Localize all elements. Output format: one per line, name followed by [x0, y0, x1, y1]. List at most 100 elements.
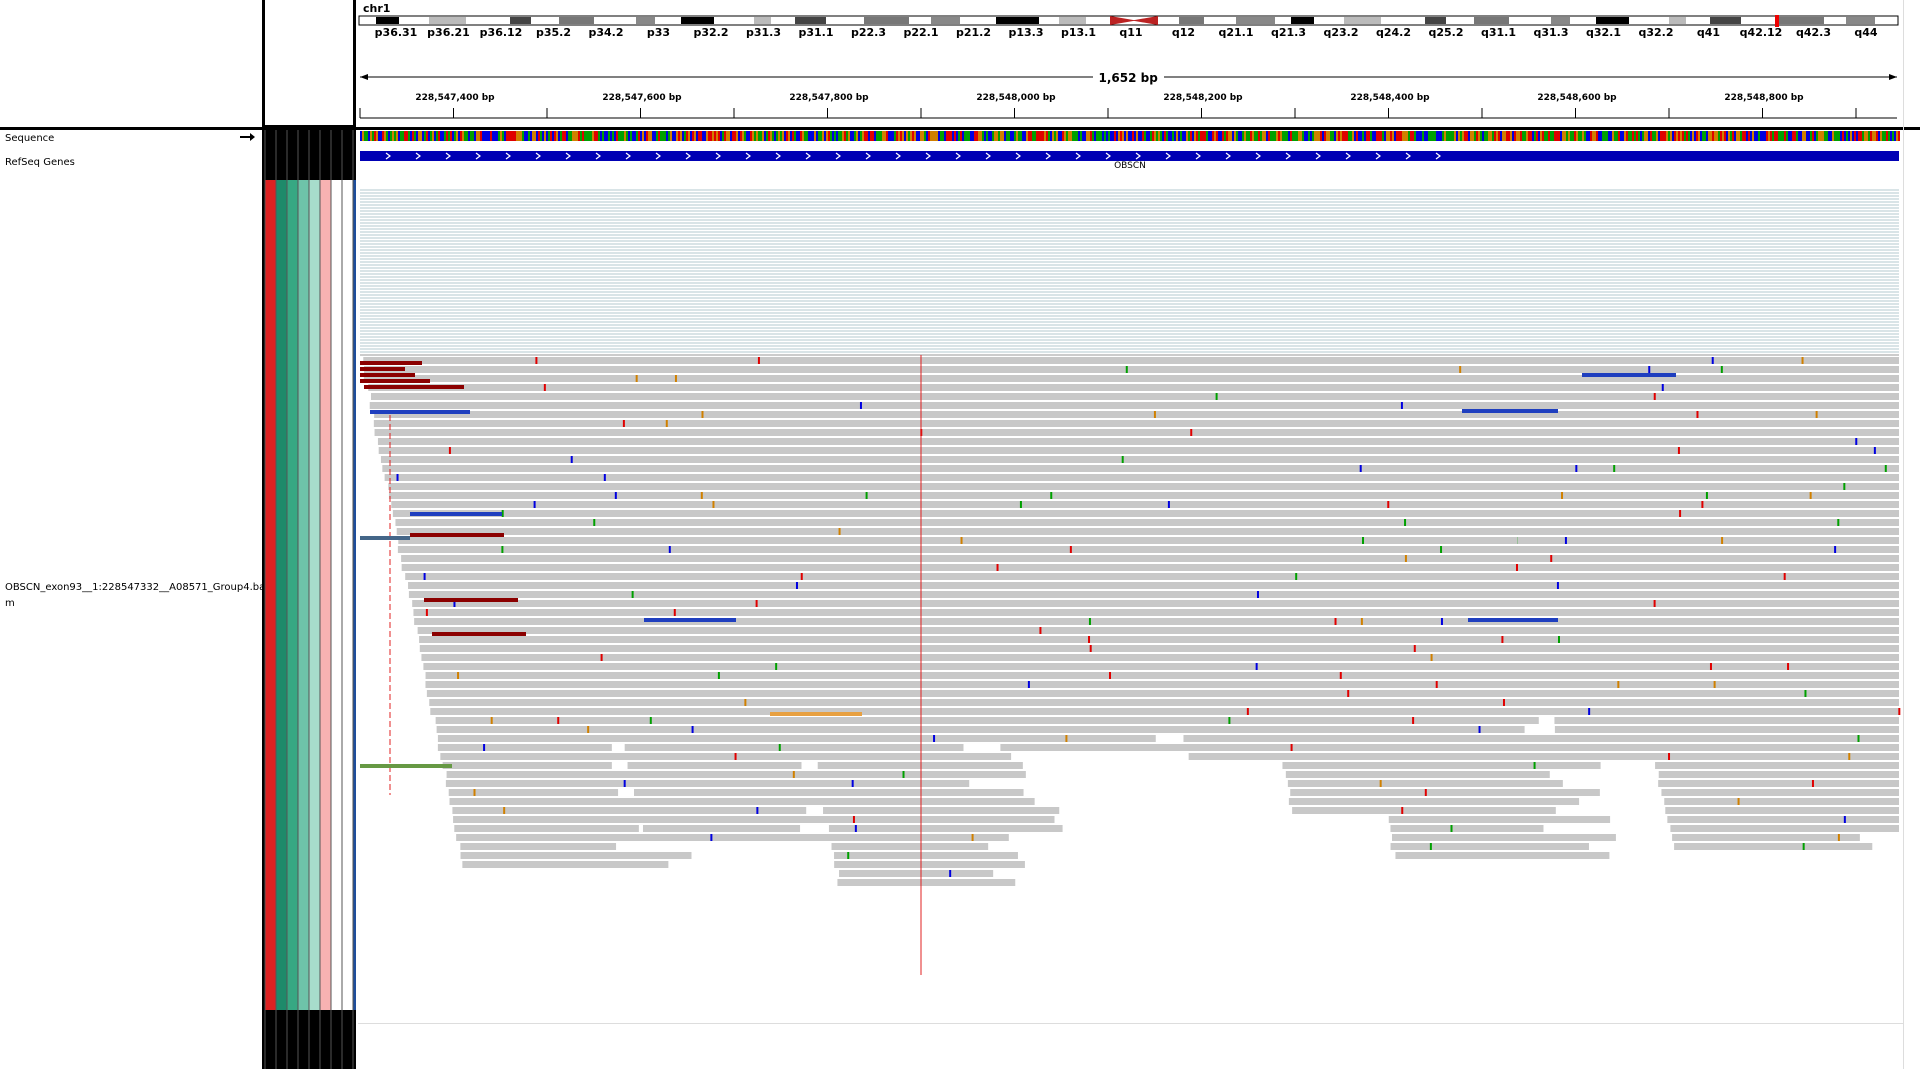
base: [620, 131, 622, 141]
base: [740, 131, 742, 141]
base: [1076, 131, 1078, 141]
base: [1512, 131, 1514, 141]
base: [730, 131, 732, 141]
base: [1246, 131, 1248, 141]
base: [564, 131, 566, 141]
attribute-cell: [320, 180, 331, 1010]
base: [452, 131, 454, 141]
read: [642, 825, 801, 832]
base: [964, 131, 966, 141]
base: [842, 131, 844, 141]
base: [804, 131, 806, 141]
chromosome-name: chr1: [363, 2, 391, 15]
base: [1758, 131, 1760, 141]
base: [644, 131, 646, 141]
base: [1362, 131, 1364, 141]
mismatch: [425, 609, 428, 616]
base: [1138, 131, 1140, 141]
base: [1506, 131, 1508, 141]
base: [560, 131, 562, 141]
base: [772, 131, 774, 141]
mismatch: [1404, 519, 1407, 526]
base: [1542, 131, 1544, 141]
attribute-panel[interactable]: [262, 130, 364, 1069]
alignment-reads[interactable]: [358, 355, 1903, 1005]
base: [1848, 131, 1850, 141]
base: [1854, 131, 1856, 141]
base: [1602, 131, 1604, 141]
attribute-columns[interactable]: [262, 130, 364, 1069]
data-panel[interactable]: chr1 p36.31 p36.21 p36.12 p35.2 p34.2 p33 p32.…: [358, 0, 1903, 1069]
base: [582, 131, 584, 141]
base: [1740, 131, 1742, 141]
read: [627, 762, 802, 769]
base: [1158, 131, 1160, 141]
mismatch: [503, 807, 506, 814]
ideogram-band: [864, 17, 909, 24]
base: [1704, 131, 1706, 141]
base: [1472, 131, 1474, 141]
mismatch: [865, 492, 868, 499]
base: [752, 131, 754, 141]
mismatch: [1215, 393, 1218, 400]
base: [1484, 131, 1486, 141]
mismatch: [1705, 492, 1708, 499]
base: [1806, 131, 1808, 141]
ideogram-band: [1161, 17, 1179, 24]
base: [1708, 131, 1710, 141]
ideogram-band: [399, 17, 429, 24]
base: [1280, 131, 1282, 141]
mismatch: [1290, 744, 1293, 751]
right-arrow-icon[interactable]: [240, 132, 256, 142]
base: [892, 131, 894, 141]
base: [498, 131, 500, 141]
base: [1684, 131, 1686, 141]
ideogram-band: [1474, 17, 1509, 24]
track-name-refseq[interactable]: RefSeq Genes: [5, 157, 75, 168]
base: [1792, 131, 1794, 141]
base: [1634, 131, 1636, 141]
base: [1422, 131, 1424, 141]
gene-label-obscn[interactable]: OBSCN: [1114, 161, 1146, 171]
mismatch: [1429, 843, 1432, 850]
band-label: q41: [1696, 26, 1721, 39]
band-label: p21.2: [955, 26, 992, 39]
base: [1296, 131, 1298, 141]
read: [834, 861, 1025, 868]
base: [1424, 131, 1426, 141]
read: [1368, 717, 1539, 724]
base: [494, 131, 496, 141]
mismatch: [1696, 411, 1699, 418]
coverage-track[interactable]: [358, 180, 1903, 358]
base: [1010, 131, 1012, 141]
track-name-alignment[interactable]: OBSCN_exon93__1:228547332__A08571_Group4…: [5, 582, 265, 593]
ruler-tick-label: 228,548,600 bp: [1537, 93, 1617, 103]
base: [968, 131, 970, 141]
base: [1134, 131, 1136, 141]
band-label: q31.1: [1480, 26, 1517, 39]
mismatch: [1125, 366, 1128, 373]
base: [1458, 131, 1460, 141]
base: [1282, 131, 1284, 141]
insert-bar: [424, 598, 518, 602]
base: [1546, 131, 1548, 141]
base: [1348, 131, 1350, 141]
base: [410, 131, 412, 141]
gene-obscn: [360, 151, 1899, 161]
base: [418, 131, 420, 141]
base: [1490, 131, 1492, 141]
base: [822, 131, 824, 141]
base: [848, 131, 850, 141]
ruler-tick-label: 228,547,600 bp: [602, 93, 682, 103]
track-name-sequence[interactable]: Sequence: [5, 133, 54, 144]
track-name-panel[interactable]: Sequence RefSeq Genes OBSCN_exon93__1:22…: [0, 130, 265, 1069]
read: [1792, 501, 1899, 508]
mismatch: [1873, 447, 1876, 454]
base: [1588, 131, 1590, 141]
read: [805, 717, 999, 724]
sequence-track[interactable]: [358, 131, 1903, 142]
base: [600, 131, 602, 141]
base: [1624, 131, 1626, 141]
base: [1548, 131, 1550, 141]
base: [1294, 131, 1296, 141]
